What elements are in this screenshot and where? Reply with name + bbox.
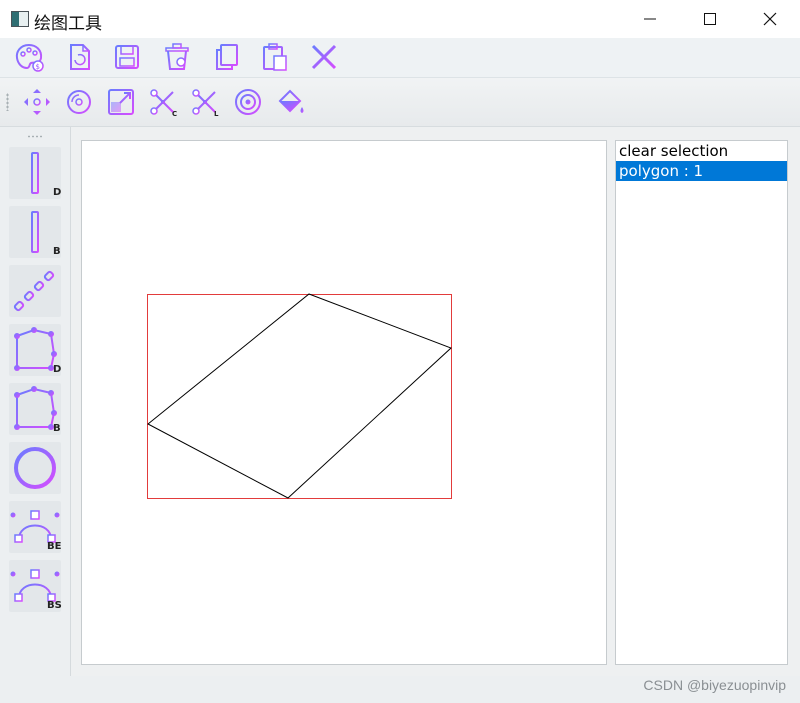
maximize-button[interactable] bbox=[680, 0, 740, 38]
palette-icon: $ bbox=[15, 43, 44, 72]
move-button[interactable] bbox=[20, 85, 54, 119]
clip-l-icon: L bbox=[192, 89, 219, 117]
list-item-clear-selection[interactable]: clear selection bbox=[616, 141, 787, 161]
minimize-button[interactable] bbox=[620, 0, 680, 38]
curve-bspline-button[interactable]: BS bbox=[9, 560, 62, 612]
delete-x-icon bbox=[311, 44, 337, 70]
tool-sub-label: D bbox=[53, 364, 62, 375]
line-bresenham-button[interactable]: B bbox=[9, 206, 61, 258]
selection-bounding-box[interactable] bbox=[147, 294, 452, 499]
rotate-button[interactable] bbox=[62, 85, 96, 119]
drawing-canvas[interactable] bbox=[81, 140, 607, 665]
list-item-polygon[interactable]: polygon : 1 bbox=[616, 161, 787, 181]
close-icon bbox=[763, 12, 777, 26]
clip-l-button[interactable]: L bbox=[188, 85, 222, 119]
view-button[interactable] bbox=[231, 85, 265, 119]
polygon-dda-button[interactable]: D bbox=[9, 324, 61, 376]
fill-bucket-icon bbox=[278, 89, 304, 113]
svg-text:$: $ bbox=[36, 63, 40, 71]
toolbar-grip[interactable] bbox=[6, 93, 9, 111]
close-button[interactable] bbox=[740, 0, 800, 38]
clip-c-button[interactable]: C bbox=[146, 85, 180, 119]
scale-button[interactable] bbox=[104, 85, 138, 119]
palette-button[interactable]: $ bbox=[12, 40, 46, 74]
tool-sub-label: B bbox=[53, 246, 61, 257]
title-bar: 绘图工具 bbox=[0, 0, 800, 38]
fill-button[interactable] bbox=[273, 85, 307, 119]
tool-sub-label: BS bbox=[47, 600, 62, 611]
recycle-bin-button[interactable] bbox=[160, 40, 194, 74]
minimize-icon bbox=[644, 18, 656, 20]
delete-button[interactable] bbox=[307, 40, 341, 74]
save-button[interactable] bbox=[110, 40, 144, 74]
polygon-bresenham-button[interactable]: B bbox=[9, 383, 61, 435]
recycle-bin-icon bbox=[165, 43, 189, 70]
circle-button[interactable] bbox=[9, 442, 61, 494]
app-icon bbox=[11, 11, 29, 27]
dotted-line-button[interactable] bbox=[9, 265, 61, 317]
tool-sub-label: BE bbox=[47, 541, 62, 552]
main-toolbar: $ bbox=[0, 38, 800, 78]
reload-file-button[interactable] bbox=[62, 40, 96, 74]
paste-icon bbox=[263, 43, 287, 71]
shape-list: clear selection polygon : 1 bbox=[615, 140, 788, 665]
rotate-icon bbox=[67, 90, 91, 114]
view-icon bbox=[235, 89, 261, 115]
paste-button[interactable] bbox=[258, 40, 292, 74]
copy-button[interactable] bbox=[210, 40, 244, 74]
circle-icon bbox=[14, 447, 56, 489]
scale-icon bbox=[108, 89, 134, 115]
toolbar-grip-vertical[interactable] bbox=[27, 135, 43, 138]
svg-text:L: L bbox=[214, 110, 219, 117]
window-title: 绘图工具 bbox=[34, 14, 102, 34]
reload-file-icon bbox=[70, 44, 90, 70]
tool-sub-label: B bbox=[53, 423, 61, 434]
copy-icon bbox=[216, 44, 238, 70]
app-window: 绘图工具 $ C L D B D B BE BS clear selection… bbox=[0, 0, 800, 703]
tool-sub-label: D bbox=[53, 187, 62, 198]
clip-c-icon: C bbox=[150, 89, 177, 117]
maximize-icon bbox=[704, 13, 716, 25]
save-icon bbox=[115, 45, 139, 69]
edit-toolbar: C L bbox=[0, 78, 800, 127]
watermark: CSDN @biyezuopinvip bbox=[643, 677, 786, 693]
canvas-drawing bbox=[147, 293, 452, 499]
move-icon bbox=[24, 89, 50, 115]
dotted-line-icon bbox=[13, 270, 55, 312]
polygon-shape[interactable] bbox=[147, 293, 452, 499]
line-dda-button[interactable]: D bbox=[9, 147, 61, 199]
curve-bezier-button[interactable]: BE bbox=[9, 501, 61, 553]
svg-text:C: C bbox=[172, 110, 177, 117]
